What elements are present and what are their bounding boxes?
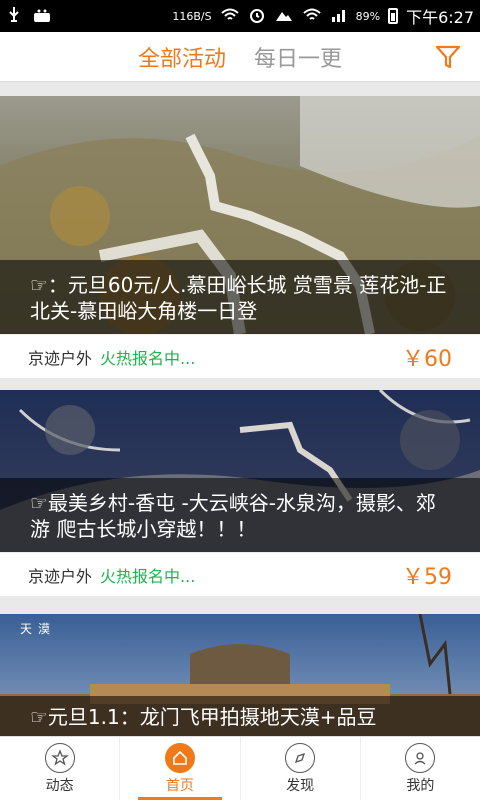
activity-image[interactable]: ☞最美乡村-香屯 -大云峡谷-水泉沟，摄影、郊游 爬古长城小穿越！！！ <box>0 390 480 552</box>
usb-icon <box>6 6 22 27</box>
cell-signal-icon <box>330 7 348 26</box>
activity-image[interactable]: ☞：元旦60元/人.慕田峪长城 赏雪景 莲花池-正北关-慕田峪大角楼一日登 <box>0 96 480 334</box>
activity-image[interactable]: 天漠 ☞元旦1.1：龙门飞甲拍摄地天漠+品豆 <box>0 614 480 736</box>
activity-title: ☞最美乡村-香屯 -大云峡谷-水泉沟，摄影、郊游 爬古长城小穿越！！！ <box>0 478 480 552</box>
signup-status: 火热报名中... <box>100 348 196 368</box>
nav-item-discover[interactable]: 发现 <box>241 737 361 800</box>
android-icon <box>32 7 52 26</box>
star-icon <box>44 742 75 773</box>
activity-feed[interactable]: ☞：元旦60元/人.慕田峪长城 赏雪景 莲花池-正北关-慕田峪大角楼一日登 京迹… <box>0 96 480 736</box>
battery-percent: 89% <box>355 9 381 23</box>
nav-label: 我的 <box>406 777 435 794</box>
status-bar: 116B/S 89% 下午6:27 <box>0 0 480 32</box>
nav-label: 发现 <box>286 777 315 794</box>
activity-meta: 京迹户外 火热报名中... ￥59 <box>0 552 480 596</box>
tab-daily-update[interactable]: 每日一更 <box>254 41 342 73</box>
image-watermark-text: 天漠 <box>20 622 57 636</box>
bottom-nav: 动态 首页 发现 我的 <box>0 736 480 800</box>
wifi-signal-icon <box>302 7 322 26</box>
signup-status: 火热报名中... <box>100 566 196 586</box>
nav-label: 首页 <box>165 777 194 794</box>
nav-item-feed[interactable]: 动态 <box>0 737 121 800</box>
wifi-icon <box>220 7 240 26</box>
price: ￥59 <box>402 564 452 590</box>
organizer-name: 京迹户外 <box>28 348 93 368</box>
tab-all-activities[interactable]: 全部活动 <box>138 41 226 73</box>
nav-item-mine[interactable]: 我的 <box>361 737 480 800</box>
header: 全部活动 每日一更 <box>0 32 480 82</box>
nav-label: 动态 <box>45 777 74 794</box>
organizer-name: 京迹户外 <box>28 566 93 586</box>
battery-icon <box>388 8 399 24</box>
tab-bar: 全部活动 每日一更 <box>138 41 342 73</box>
activity-title: ☞元旦1.1：龙门飞甲拍摄地天漠+品豆 <box>0 696 480 736</box>
nav-item-home[interactable]: 首页 <box>120 737 241 800</box>
home-icon <box>164 742 195 773</box>
filter-icon <box>435 45 461 69</box>
user-icon <box>405 742 436 773</box>
clock: 下午6:27 <box>406 8 474 27</box>
activity-card[interactable]: ☞：元旦60元/人.慕田峪长城 赏雪景 莲花池-正北关-慕田峪大角楼一日登 京迹… <box>0 96 480 378</box>
filter-button[interactable] <box>434 43 462 71</box>
activity-card[interactable]: 天漠 ☞元旦1.1：龙门飞甲拍摄地天漠+品豆 <box>0 614 480 736</box>
alarm-icon <box>248 6 266 27</box>
network-speed: 116B/S <box>172 9 212 23</box>
activity-meta: 京迹户外 火热报名中... ￥60 <box>0 334 480 378</box>
activity-title: ☞：元旦60元/人.慕田峪长城 赏雪景 莲花池-正北关-慕田峪大角楼一日登 <box>0 260 480 334</box>
price: ￥60 <box>402 346 452 372</box>
weather-icon <box>274 7 294 26</box>
compass-icon <box>285 742 316 773</box>
activity-card[interactable]: ☞最美乡村-香屯 -大云峡谷-水泉沟，摄影、郊游 爬古长城小穿越！！！ 京迹户外… <box>0 390 480 596</box>
